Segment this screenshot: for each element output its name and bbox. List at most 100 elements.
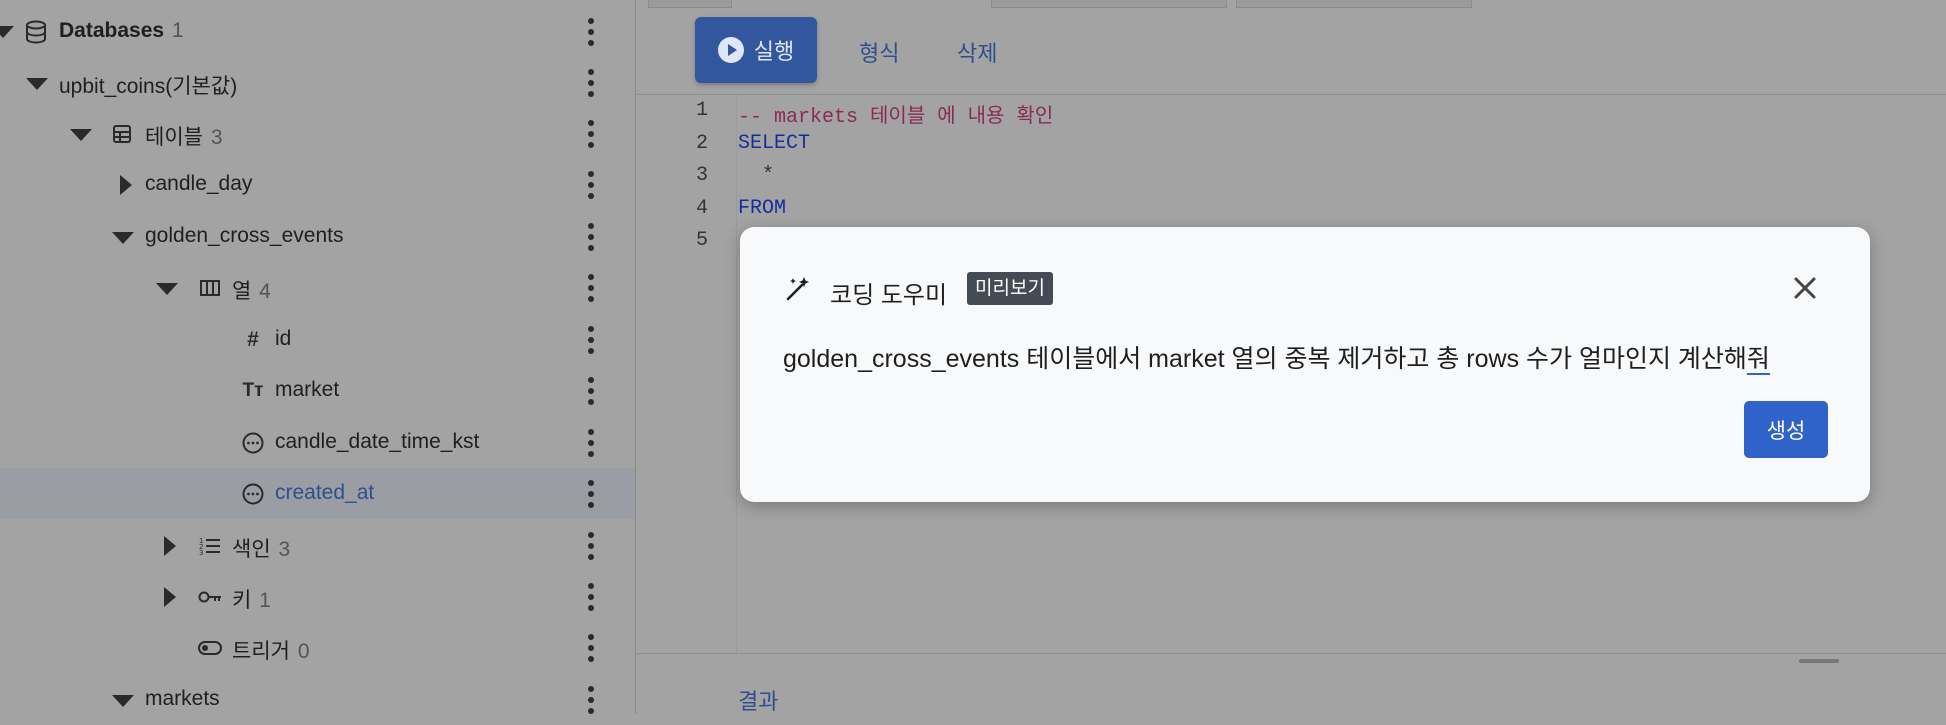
expand-caret-icon[interactable] [120,175,132,195]
schema-explorer: Databases 1 upbit_coins(기본값) 테이블 3 candl… [0,0,636,714]
tree-indexes[interactable]: 123 색인 3 [0,520,635,571]
key-icon [198,585,222,609]
format-button[interactable]: 형식 [859,36,899,68]
text-type-icon: Tт [242,380,264,401]
code-line: * [738,164,775,187]
databases-count: 1 [171,19,184,42]
resize-handle[interactable] [1799,659,1839,663]
prompt-input[interactable]: golden_cross_events 테이블에서 market 열의 중복 제… [783,339,1833,375]
code-line: -- markets 테이블 에 내용 확인 [738,106,1054,129]
tree-databases[interactable]: Databases 1 [0,6,635,57]
database-icon [24,20,48,44]
col-candle-label: candle_date_time_kst [275,430,480,453]
more-options-icon[interactable] [585,480,597,508]
prompt-text-composing: 줘 [1746,345,1770,375]
line-number: 2 [696,132,709,155]
run-button[interactable]: 실행 [695,17,817,83]
run-label: 실행 [753,39,795,64]
more-options-icon[interactable] [585,377,597,405]
play-icon [717,37,744,63]
indexes-count: 3 [278,538,291,561]
col-created-label: created_at [275,481,375,504]
tree-column-market[interactable]: Tт market [0,365,635,416]
collapse-caret-icon[interactable] [112,232,134,244]
prompt-text-main: golden_cross_events 테이블에서 market 열의 중복 제… [783,345,1747,373]
datetime-type-icon [241,431,265,455]
collapse-caret-icon[interactable] [156,283,178,295]
svg-text:3: 3 [199,549,203,556]
expand-caret-icon[interactable] [0,26,14,38]
more-options-icon[interactable] [585,326,597,354]
line-number: 3 [696,164,709,187]
toggle-icon [198,636,222,660]
columns-label: 열 [232,280,252,303]
close-icon[interactable] [1788,271,1822,305]
columns-icon [198,276,222,300]
indexes-label: 색인 [232,538,271,561]
line-number-gutter: 1 2 3 4 5 [636,95,737,653]
triggers-label: 트리거 [232,640,290,663]
generate-button[interactable]: 생성 [1744,401,1828,458]
golden-cross-events-label: golden_cross_events [145,224,344,247]
tree-triggers[interactable]: 트리거 0 [0,622,635,673]
delete-button[interactable]: 삭제 [957,36,997,68]
results-tab[interactable]: 결과 [738,684,778,716]
more-options-icon[interactable] [585,583,597,611]
expand-caret-icon[interactable] [164,536,176,556]
coding-assistant-dialog: 코딩 도우미 미리보기 golden_cross_events 테이블에서 ma… [740,227,1870,502]
more-options-icon[interactable] [585,120,597,148]
tree-table-golden-cross-events[interactable]: golden_cross_events [0,211,635,262]
more-options-icon[interactable] [585,274,597,302]
db-label: upbit_coins(기본값) [59,75,238,98]
more-options-icon[interactable] [585,429,597,457]
collapse-caret-icon[interactable] [112,695,134,707]
datetime-type-icon [241,482,265,506]
more-options-icon[interactable] [585,171,597,199]
tree-keys[interactable]: 키 1 [0,571,635,622]
magic-wand-icon [784,275,812,303]
keys-count: 1 [259,589,271,612]
dialog-title: 코딩 도우미 [830,282,948,309]
keys-label: 키 [232,589,252,612]
more-options-icon[interactable] [585,69,597,97]
tree-table-markets[interactable]: markets [0,674,635,725]
triggers-count: 0 [297,640,310,663]
results-divider [636,653,1946,654]
col-id-label: id [275,327,292,350]
collapse-caret-icon[interactable] [26,78,48,90]
line-number: 1 [696,99,709,122]
code-line: FROM [738,197,787,220]
tree-column-created-at[interactable]: created_at [0,468,635,519]
more-options-icon[interactable] [585,18,597,46]
code-line: SELECT [738,132,811,155]
table-icon [110,122,134,146]
more-options-icon[interactable] [585,634,597,662]
databases-label: Databases [59,19,165,42]
markets-label: markets [145,687,220,710]
tree-table-candle-day[interactable]: candle_day [0,159,635,210]
expand-caret-icon[interactable] [164,587,176,607]
tree-column-id[interactable]: # id [0,314,635,365]
editor-tab[interactable] [1236,0,1472,8]
number-type-icon: # [247,328,259,351]
tree-columns[interactable]: 열 4 [0,262,635,313]
tree-column-candle-date-time-kst[interactable]: candle_date_time_kst [0,417,635,468]
tables-count: 3 [210,126,223,149]
line-number: 4 [696,197,709,220]
collapse-caret-icon[interactable] [70,129,92,141]
candle-day-label: candle_day [145,172,253,195]
more-options-icon[interactable] [585,532,597,560]
tables-label: 테이블 [145,126,203,149]
col-market-label: market [275,378,340,401]
editor-tab[interactable] [991,0,1227,8]
more-options-icon[interactable] [585,223,597,251]
tree-db-upbit-coins[interactable]: upbit_coins(기본값) [0,57,635,108]
line-number: 5 [696,229,709,252]
list-numbered-icon: 123 [198,534,222,558]
columns-count: 4 [259,280,271,303]
editor-tab[interactable] [648,0,732,8]
more-options-icon[interactable] [585,686,597,714]
preview-badge: 미리보기 [967,272,1053,305]
toolbar-divider [636,94,1946,95]
tree-tables[interactable]: 테이블 3 [0,108,635,159]
